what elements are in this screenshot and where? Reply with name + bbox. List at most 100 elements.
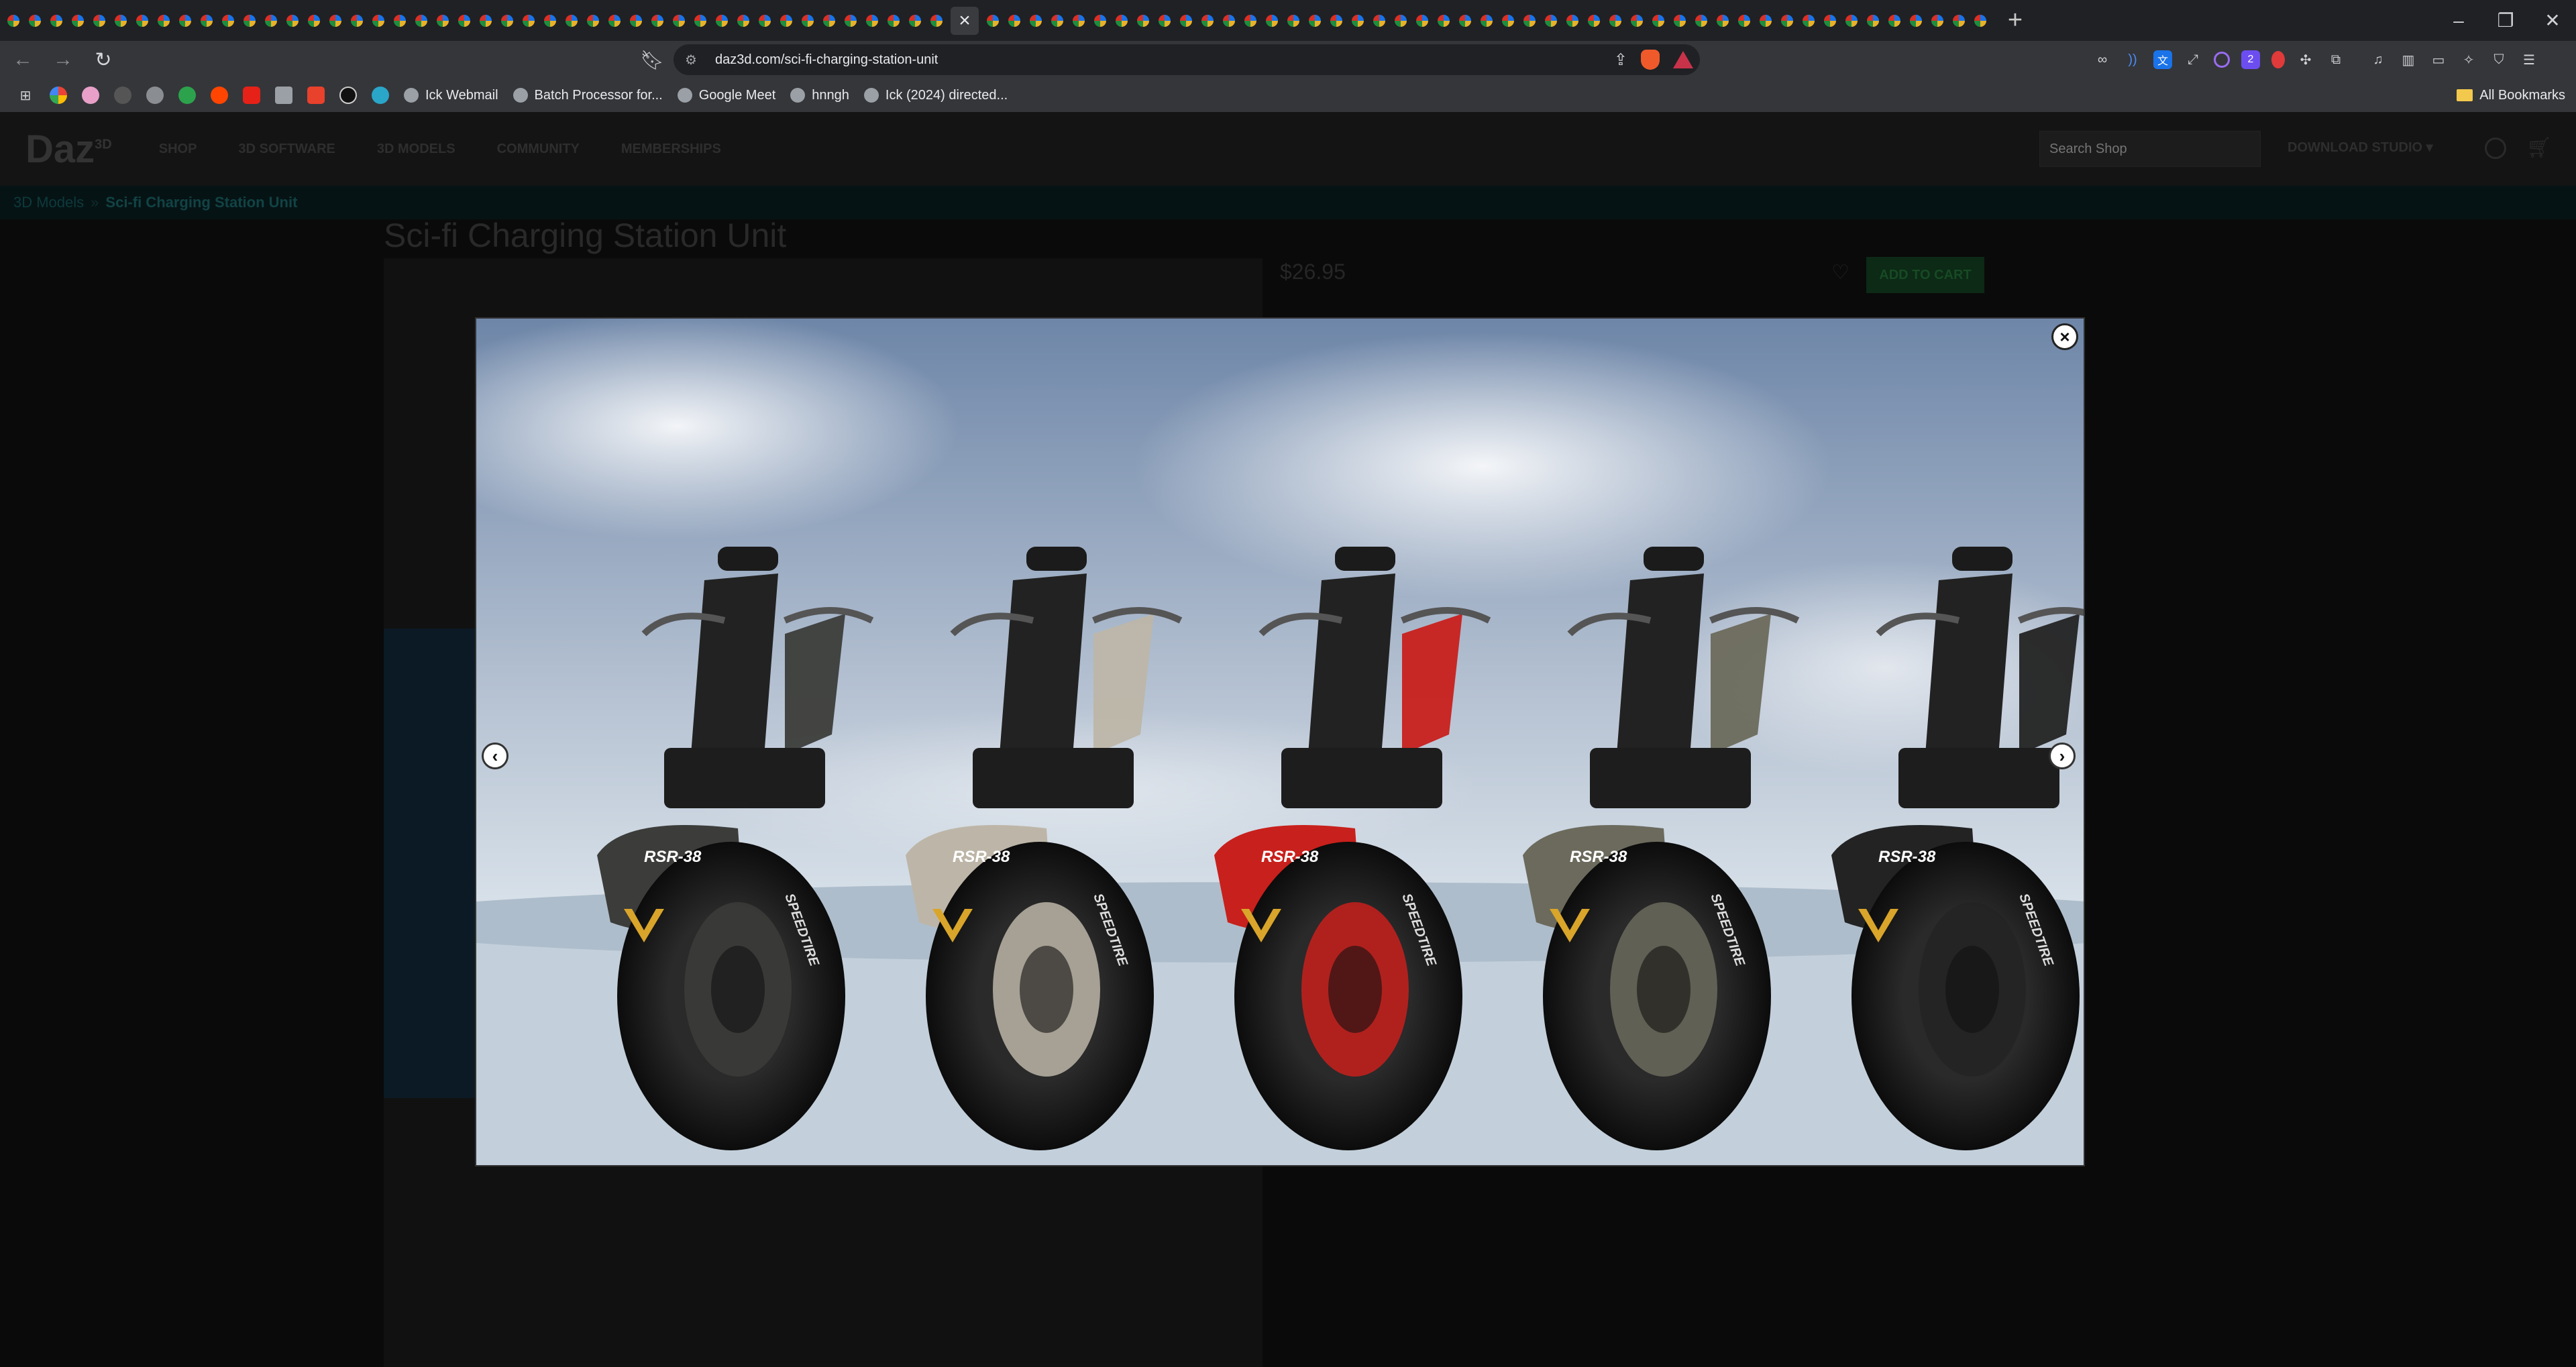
site-nav-item[interactable]: COMMUNITY — [497, 142, 580, 157]
leo-ai-icon[interactable]: ✧ — [2459, 50, 2478, 69]
browser-tab[interactable] — [1436, 7, 1451, 35]
browser-tab[interactable] — [1114, 7, 1129, 35]
browser-tab[interactable] — [1028, 7, 1043, 35]
menu-icon[interactable]: ☰ — [2520, 50, 2538, 69]
browser-tab[interactable] — [693, 7, 708, 35]
share-icon[interactable]: ⇪ — [1614, 50, 1627, 70]
wallet-icon[interactable]: ▭ — [2429, 50, 2448, 69]
browser-tab[interactable] — [865, 7, 879, 35]
browser-tab[interactable] — [1737, 7, 1752, 35]
site-nav-item[interactable]: 3D MODELS — [377, 142, 455, 157]
browser-tab[interactable] — [736, 7, 751, 35]
browser-tab[interactable] — [779, 7, 794, 35]
browser-tab[interactable] — [564, 7, 579, 35]
browser-tab[interactable] — [1651, 7, 1666, 35]
media-icon[interactable]: ♫ — [2369, 50, 2387, 69]
bookmark-favicon[interactable] — [275, 87, 292, 104]
browser-tab[interactable] — [543, 7, 557, 35]
browser-tab[interactable] — [714, 7, 729, 35]
browser-tab[interactable] — [757, 7, 772, 35]
browser-tab[interactable] — [1608, 7, 1623, 35]
site-info-icon[interactable]: ⚙ — [678, 44, 704, 75]
browser-tab[interactable] — [156, 7, 171, 35]
sidebar-icon[interactable]: ▥ — [2399, 50, 2418, 69]
translate-icon[interactable]: 文 — [2153, 50, 2172, 69]
browser-tab[interactable] — [28, 7, 42, 35]
extensions-puzzle-icon[interactable]: ✣ — [2296, 50, 2315, 69]
browser-tab[interactable] — [650, 7, 665, 35]
browser-tab[interactable] — [1350, 7, 1365, 35]
browser-tab[interactable] — [242, 7, 257, 35]
back-icon[interactable]: ← — [5, 42, 40, 77]
bookmark-item[interactable]: Batch Processor for... — [513, 88, 663, 103]
browser-tab[interactable] — [1587, 7, 1601, 35]
browser-tab[interactable] — [1329, 7, 1344, 35]
browser-tab[interactable] — [1544, 7, 1558, 35]
search-input[interactable] — [2039, 131, 2261, 167]
browser-tab[interactable] — [629, 7, 643, 35]
site-nav-item[interactable]: MEMBERSHIPS — [621, 142, 721, 157]
browser-tab[interactable] — [1307, 7, 1322, 35]
browser-tab[interactable] — [985, 7, 1000, 35]
browser-tab[interactable] — [1951, 7, 1966, 35]
browser-tab[interactable] — [392, 7, 407, 35]
google-icon[interactable] — [50, 87, 67, 104]
browser-tab[interactable] — [221, 7, 235, 35]
browser-tab[interactable] — [328, 7, 343, 35]
apps-icon[interactable]: ⊞ — [16, 86, 35, 105]
browser-tab[interactable] — [92, 7, 107, 35]
browser-tab[interactable] — [1844, 7, 1859, 35]
breadcrumb-parent[interactable]: 3D Models — [13, 194, 84, 211]
extension-icon[interactable]: )) — [2123, 50, 2142, 69]
browser-tab[interactable] — [113, 7, 128, 35]
browser-tab[interactable] — [478, 7, 493, 35]
bookmark-favicon[interactable] — [372, 87, 389, 104]
extension-icon[interactable] — [2271, 51, 2285, 68]
url-text[interactable]: daz3d.com/sci-fi-charging-station-unit — [715, 52, 938, 68]
browser-tab[interactable] — [1565, 7, 1580, 35]
extension-icon[interactable] — [2214, 52, 2230, 68]
browser-tab[interactable] — [672, 7, 686, 35]
bookmark-favicon[interactable] — [307, 87, 325, 104]
browser-tab[interactable] — [49, 7, 64, 35]
browser-tab[interactable] — [1458, 7, 1472, 35]
wishlist-heart-icon[interactable]: ♡ — [1831, 261, 1849, 284]
all-bookmarks[interactable]: All Bookmarks — [2457, 78, 2565, 112]
browser-tab[interactable] — [607, 7, 622, 35]
browser-tab[interactable] — [1801, 7, 1816, 35]
browser-tab[interactable] — [1179, 7, 1193, 35]
browser-tab[interactable] — [199, 7, 214, 35]
browser-tab[interactable] — [70, 7, 85, 35]
add-to-cart-button[interactable]: ADD TO CART — [1866, 257, 1984, 293]
browser-tab[interactable] — [414, 7, 429, 35]
reload-icon[interactable]: ↻ — [86, 42, 121, 77]
browser-tab[interactable] — [1243, 7, 1258, 35]
close-tab-icon[interactable]: × — [959, 10, 971, 31]
browser-tab[interactable] — [1672, 7, 1687, 35]
browser-tab[interactable] — [1050, 7, 1065, 35]
browser-tab[interactable] — [350, 7, 364, 35]
browser-tab[interactable] — [1265, 7, 1279, 35]
browser-tab[interactable] — [1866, 7, 1880, 35]
lightbox-prev-button[interactable]: ‹ — [482, 743, 508, 769]
site-nav-item[interactable]: SHOP — [159, 142, 197, 157]
minimize-button[interactable]: – — [2435, 0, 2482, 41]
browser-tab[interactable] — [6, 7, 21, 35]
bookmark-favicon[interactable] — [178, 87, 196, 104]
account-icon[interactable] — [2485, 138, 2506, 159]
browser-tab[interactable] — [1479, 7, 1494, 35]
download-studio-button[interactable]: DOWNLOAD STUDIO ▾ — [2288, 139, 2433, 156]
reddit-icon[interactable] — [211, 87, 228, 104]
browser-tab[interactable] — [929, 7, 944, 35]
new-tab-button[interactable]: + — [1998, 3, 2033, 38]
browser-tab[interactable] — [1909, 7, 1923, 35]
cart-icon[interactable]: 🛒︎ — [2526, 136, 2552, 160]
browser-tab[interactable] — [1780, 7, 1794, 35]
browser-tab[interactable] — [457, 7, 472, 35]
browser-tab[interactable] — [822, 7, 837, 35]
browser-tab[interactable] — [1415, 7, 1430, 35]
browser-tab[interactable] — [843, 7, 858, 35]
browser-tab[interactable] — [800, 7, 815, 35]
close-window-button[interactable]: ✕ — [2529, 0, 2576, 41]
browser-tab[interactable] — [1887, 7, 1902, 35]
